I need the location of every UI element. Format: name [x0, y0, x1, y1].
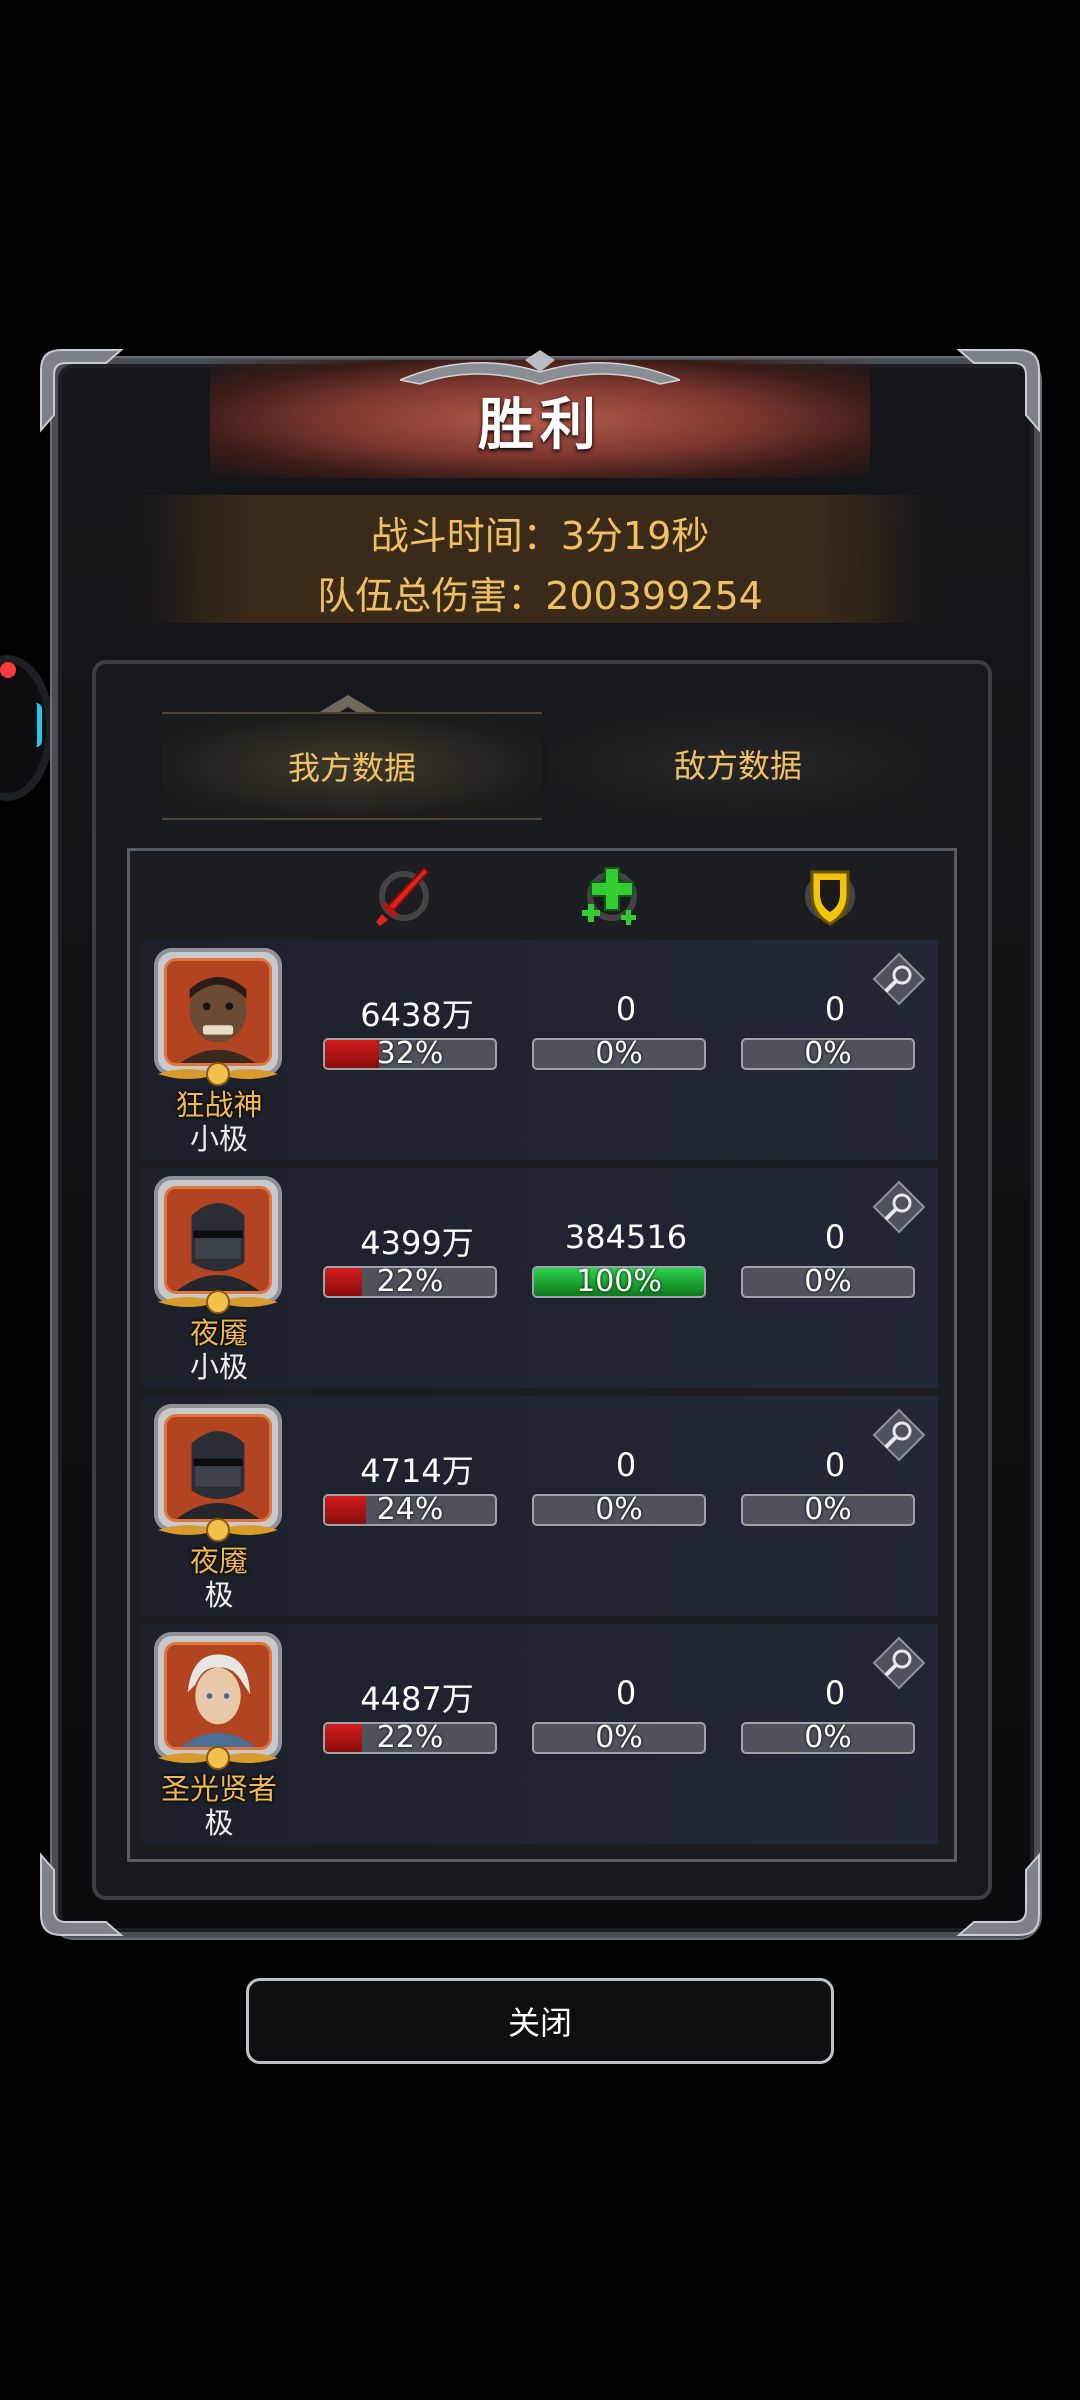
team-total-damage: 队伍总伤害：200399254 [317, 574, 763, 618]
brute-portrait [164, 958, 272, 1066]
magnifier-icon[interactable] [872, 1408, 926, 1462]
heal-bar: 0% [532, 1722, 706, 1754]
victory-title: 胜利 [478, 393, 602, 458]
damage-taken-percent: 0% [804, 1038, 852, 1070]
sword-icon [368, 860, 440, 932]
damage-value: 4714万 [360, 1452, 474, 1490]
damage-taken-percent: 0% [804, 1722, 852, 1754]
damage-bar: 24% [323, 1494, 497, 1526]
damage-percent: 22% [376, 1266, 444, 1298]
heal-bar: 0% [532, 1038, 706, 1070]
battle-time: 战斗时间：3分19秒 [370, 514, 710, 558]
close-button[interactable]: 关闭 [246, 1978, 834, 2064]
heal-cross-icon [576, 860, 648, 932]
damage-percent: 22% [376, 1722, 444, 1754]
heal-percent: 0% [595, 1038, 643, 1070]
damage-value: 4487万 [360, 1680, 474, 1718]
hero-avatar[interactable] [154, 948, 282, 1076]
magnifier-icon[interactable] [872, 1180, 926, 1234]
damage-value: 4399万 [360, 1224, 474, 1262]
shield-icon [794, 860, 866, 932]
hero-avatar[interactable] [154, 1404, 282, 1532]
damage-percent: 32% [376, 1038, 444, 1070]
heal-value: 384516 [564, 1218, 688, 1256]
magnifier-icon[interactable] [872, 952, 926, 1006]
damage-percent: 24% [376, 1494, 444, 1526]
damage-taken-percent: 0% [804, 1494, 852, 1526]
heal-value: 0 [615, 1446, 637, 1484]
magnifier-icon[interactable] [872, 1636, 926, 1690]
damage-taken-bar: 0% [741, 1722, 915, 1754]
masked-knight-portrait [164, 1414, 272, 1522]
heal-value: 0 [615, 990, 637, 1028]
hero-tier: 小极 [189, 1350, 248, 1384]
heal-value: 0 [615, 1674, 637, 1712]
masked-knight-portrait [164, 1186, 272, 1294]
damage-taken-bar: 0% [741, 1494, 915, 1526]
heal-bar: 100% [532, 1266, 706, 1298]
hero-tier: 小极 [189, 1122, 248, 1156]
damage-bar: 32% [323, 1038, 497, 1070]
damage-bar: 22% [323, 1266, 497, 1298]
progress-arc-icon [27, 703, 42, 747]
damage-taken-bar: 0% [741, 1266, 915, 1298]
damage-value: 6438万 [360, 996, 474, 1034]
heal-bar: 0% [532, 1494, 706, 1526]
tab-enemy-data[interactable]: 敌方数据 [548, 712, 928, 816]
heal-percent: 100% [576, 1266, 662, 1298]
tab-our-data[interactable]: 我方数据 [162, 712, 542, 820]
heal-percent: 0% [595, 1494, 643, 1526]
notification-dot [0, 662, 16, 678]
hero-tier: 极 [204, 1578, 234, 1612]
hero-avatar[interactable] [154, 1176, 282, 1304]
hero-avatar[interactable] [154, 1632, 282, 1760]
damage-taken-bar: 0% [741, 1038, 915, 1070]
damage-taken-percent: 0% [804, 1266, 852, 1298]
damage-bar: 22% [323, 1722, 497, 1754]
heal-percent: 0% [595, 1722, 643, 1754]
hero-tier: 极 [204, 1806, 234, 1840]
white-haired-sage-portrait [164, 1642, 272, 1750]
